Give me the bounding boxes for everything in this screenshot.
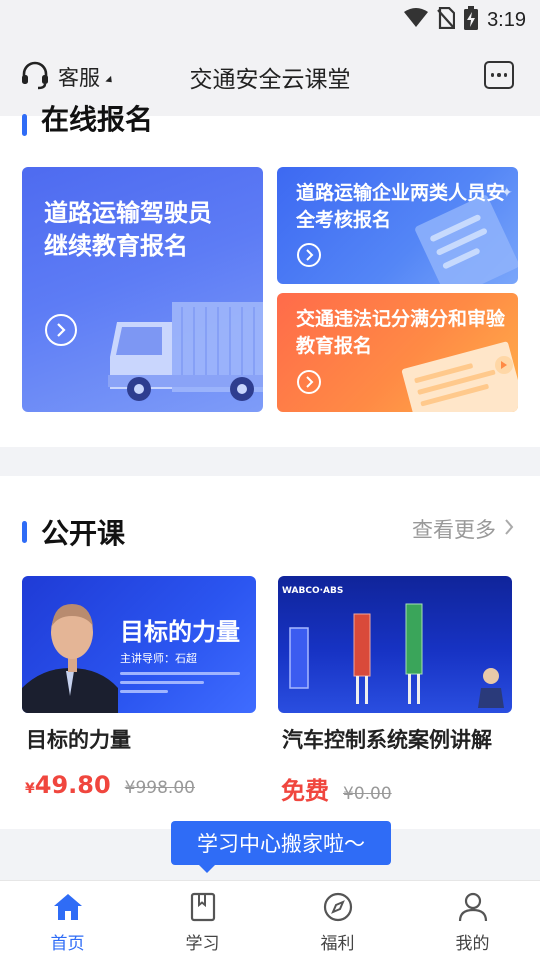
safety-assessment-card[interactable]: ✦ 道路运输企业两类人员安全考核报名 [277, 167, 518, 284]
bottom-navigation: 首页 学习 福利 我的 [0, 880, 540, 960]
course-thumbnail[interactable]: 目标的力量 主讲导师：石超 [22, 576, 256, 713]
price-amount: 49.80 [34, 771, 111, 799]
nav-label: 福利 [320, 934, 355, 954]
nav-item-study[interactable]: 学习 [135, 881, 270, 960]
online-registration-header: 在线报名 [22, 102, 153, 148]
thumb-course-title: 目标的力量 [120, 618, 240, 646]
view-more-link[interactable]: 查看更多 [412, 514, 514, 544]
view-more-label: 查看更多 [412, 518, 496, 542]
nav-item-home[interactable]: 首页 [0, 881, 135, 960]
course-name: 汽车控制系统案例讲解 [282, 728, 492, 752]
more-options-button[interactable] [484, 61, 514, 89]
nav-item-benefits[interactable]: 福利 [270, 881, 405, 960]
chevron-right-icon [504, 517, 514, 541]
course-card[interactable]: WABCO·ABS 汽车控制系统案例讲解 免费 ¥0.00 [278, 576, 512, 806]
more-dot-icon [497, 73, 501, 77]
nav-label: 我的 [455, 934, 490, 954]
customer-service-label: 客服 [58, 66, 100, 90]
customer-service-button[interactable]: 客服 [20, 60, 115, 94]
original-price: ¥998.00 [124, 778, 195, 798]
traffic-violation-education-card[interactable]: ✦ 交通违法记分满分和审验教育报名 [277, 293, 518, 412]
section-accent-bar [22, 521, 27, 543]
nav-item-profile[interactable]: 我的 [405, 881, 540, 960]
learning-center-moved-tooltip[interactable]: 学习中心搬家啦～ [171, 821, 391, 873]
user-icon [457, 891, 489, 923]
more-dot-icon [503, 73, 508, 77]
nav-label: 学习 [185, 934, 220, 954]
status-bar: 3:19 [0, 0, 540, 38]
safety-assessment-label: 道路运输企业两类人员安全考核报名 [296, 182, 506, 231]
course-price: 免费 [281, 777, 329, 805]
online-registration-title: 在线报名 [41, 103, 154, 136]
section-accent-bar [22, 114, 27, 136]
driver-education-card[interactable]: 道路运输驾驶员继续教育报名 [22, 167, 263, 412]
nav-label: 首页 [50, 934, 85, 954]
status-icons: 3:19 [404, 6, 526, 34]
price-row: ¥49.80 ¥998.00 [22, 771, 256, 799]
currency-symbol: ¥ [25, 781, 35, 797]
no-sim-icon [437, 6, 456, 33]
chevron-right-circle-icon [45, 314, 77, 346]
open-courses-header: 公开课 [22, 512, 125, 552]
battery-charging-icon [464, 6, 479, 34]
original-price: ¥0.00 [343, 784, 392, 804]
course-name: 目标的力量 [26, 728, 131, 752]
traffic-violation-education-label: 交通违法记分满分和审验教育报名 [296, 308, 506, 357]
course-card[interactable]: 目标的力量 主讲导师：石超 目标的力量 ¥49.80 ¥998.00 [22, 576, 256, 799]
chevron-right-circle-icon [297, 243, 321, 267]
compass-icon [322, 891, 354, 923]
home-icon [52, 891, 84, 923]
thumb-text-lines [120, 672, 240, 693]
thumb-lecturer: 主讲导师：石超 [120, 652, 197, 665]
status-time: 3:19 [487, 8, 526, 31]
more-dot-icon [490, 73, 495, 77]
caret-down-icon [105, 75, 115, 85]
headset-icon [20, 60, 50, 94]
chevron-right-circle-icon [297, 370, 321, 394]
driver-education-label: 道路运输驾驶员继续教育报名 [44, 199, 212, 260]
course-thumbnail[interactable]: WABCO·ABS [278, 576, 512, 713]
section-divider [0, 447, 540, 476]
trailer-illustration [289, 603, 504, 708]
tooltip-text: 学习中心搬家啦～ [197, 832, 365, 856]
wifi-icon [404, 8, 429, 32]
open-courses-title: 公开课 [41, 517, 126, 550]
price-row: 免费 ¥0.00 [278, 771, 512, 806]
page-title: 交通安全云课堂 [189, 67, 351, 93]
book-icon [187, 891, 219, 923]
course-price: ¥49.80 [25, 771, 111, 799]
